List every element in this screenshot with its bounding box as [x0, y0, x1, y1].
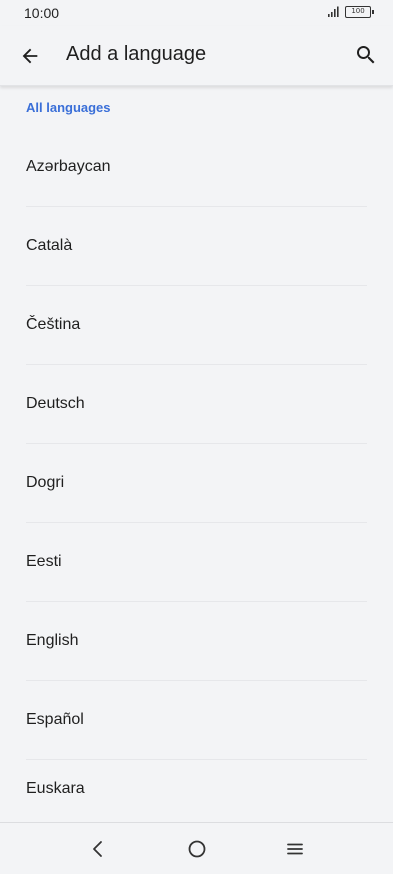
- language-item[interactable]: Dogri: [0, 444, 393, 523]
- menu-icon: [287, 843, 303, 855]
- language-item[interactable]: Deutsch: [0, 365, 393, 444]
- language-label: Català: [26, 237, 73, 254]
- language-label: Dogri: [26, 474, 65, 491]
- language-item[interactable]: Čeština: [0, 286, 393, 365]
- status-time: 10:00: [24, 5, 60, 21]
- language-item[interactable]: Español: [0, 681, 393, 760]
- signal-icon: [328, 6, 339, 17]
- language-label: English: [26, 632, 79, 649]
- language-item[interactable]: English: [0, 602, 393, 681]
- page-title: Add a language: [66, 43, 207, 65]
- language-label: Čeština: [26, 316, 81, 333]
- language-list: Azərbaycan Català Čeština Deutsch Dogri …: [0, 128, 393, 839]
- search-button[interactable]: [351, 40, 381, 70]
- language-label: Deutsch: [26, 395, 85, 412]
- back-button[interactable]: [16, 42, 44, 70]
- language-label: Eesti: [26, 553, 62, 570]
- arrow-back-icon: [22, 48, 38, 64]
- nav-menu-button[interactable]: [281, 835, 309, 863]
- language-label: Azərbaycan: [26, 158, 111, 175]
- search-icon: [357, 46, 375, 64]
- battery-icon: 100: [345, 6, 374, 18]
- circle-home-icon: [188, 840, 206, 858]
- section-header: All languages: [26, 100, 111, 115]
- app-bar: Add a language: [0, 26, 393, 86]
- nav-back-button[interactable]: [84, 835, 112, 863]
- nav-home-button[interactable]: [183, 835, 211, 863]
- language-item[interactable]: Eesti: [0, 523, 393, 602]
- status-bar: 10:00 100: [0, 0, 393, 26]
- chevron-left-icon: [93, 841, 102, 857]
- system-nav-bar: [0, 822, 393, 874]
- language-label: Euskara: [26, 780, 85, 797]
- language-item[interactable]: Azərbaycan: [0, 128, 393, 207]
- language-item[interactable]: Català: [0, 207, 393, 286]
- language-label: Español: [26, 711, 84, 728]
- status-icons: 100: [327, 6, 374, 18]
